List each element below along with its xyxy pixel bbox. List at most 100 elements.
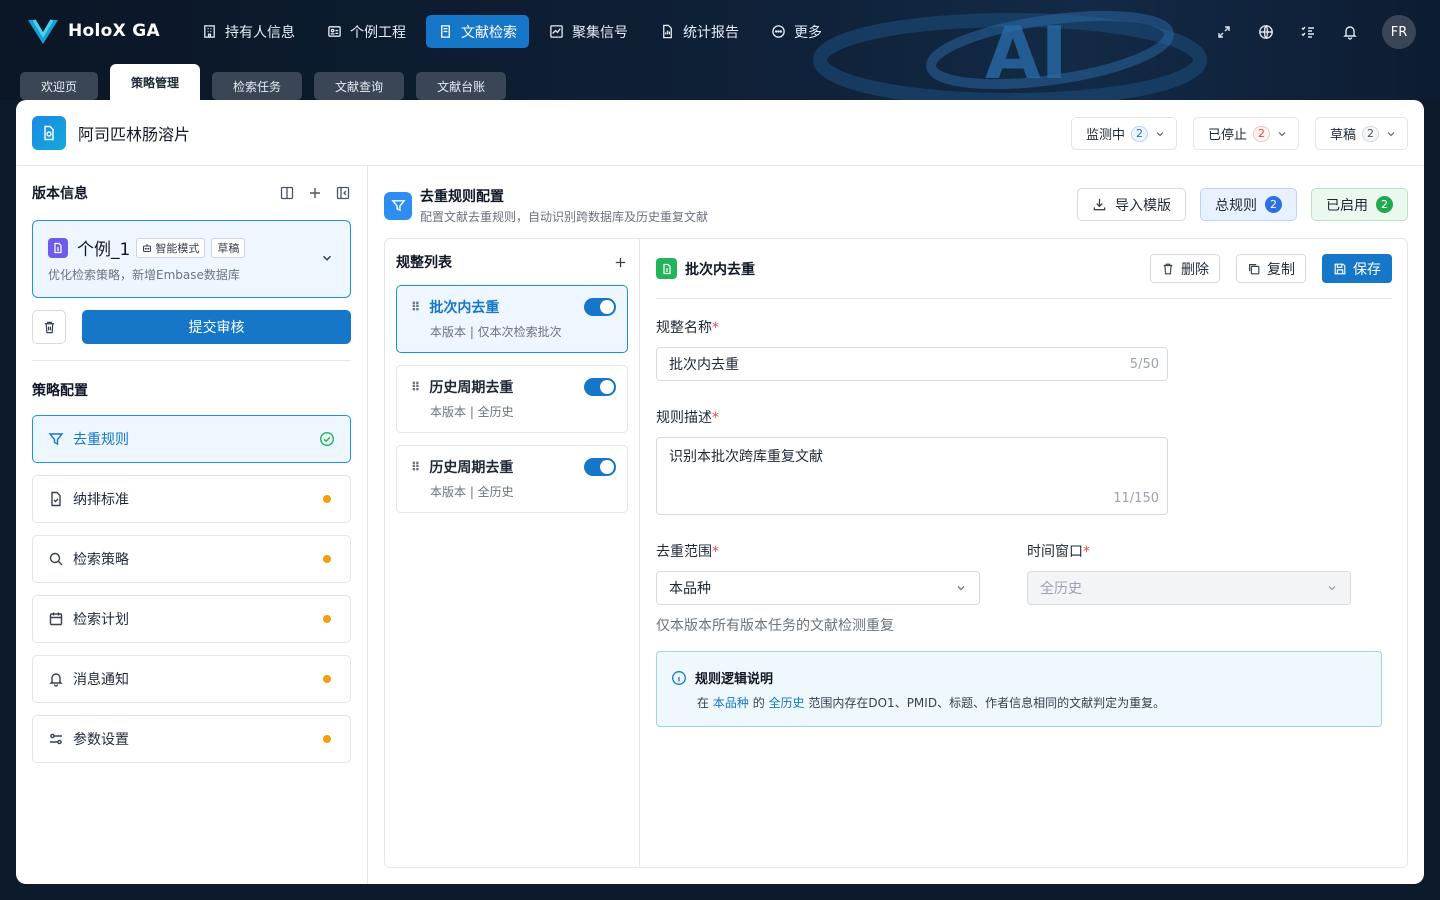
nav-more[interactable]: 更多 [759, 15, 834, 48]
filter-monitoring[interactable]: 监测中 2 [1070, 117, 1177, 150]
calendar-icon [49, 612, 63, 626]
tab-search-task[interactable]: 检索任务 [212, 72, 303, 100]
chevron-down-icon [1156, 131, 1164, 136]
pending-dot [323, 495, 331, 503]
char-counter: 5/50 [1129, 356, 1159, 372]
chevron-down-icon [1278, 131, 1286, 136]
bell-icon[interactable] [1340, 22, 1360, 42]
version-name: 个例_1 [77, 240, 131, 260]
version-card[interactable]: 个例_1 智能模式 草稿 优化检索策略，新增Embase数据库 [32, 220, 351, 298]
app-name: HoloX GA [68, 21, 160, 41]
tab-literature-query[interactable]: 文献查询 [314, 72, 405, 100]
info-description: 在 本品种 的 全历史 范围内存在DO1、PMID、标题、作者信息相同的文献判定… [697, 694, 1367, 711]
check-circle-icon [319, 431, 335, 447]
nav-cluster-signal[interactable]: 聚集信号 [537, 15, 640, 48]
enabled-count: 2 [1376, 196, 1393, 213]
rules-box: 规整列表 ⠿ 批次内去重 本版本 | 仅本次检索批次 ⠿ 历史周期去重 本版本 | … [384, 238, 1408, 868]
fullscreen-icon[interactable] [1214, 22, 1234, 42]
save-button[interactable]: 保存 [1322, 254, 1392, 283]
info-text: 的 [752, 696, 765, 710]
submit-review-button[interactable]: 提交审核 [82, 310, 351, 344]
rule-item[interactable]: ⠿ 历史周期去重 本版本 | 全历史 [396, 365, 628, 433]
nav-holder-info[interactable]: 持有人信息 [190, 15, 307, 48]
compare-icon[interactable] [279, 185, 295, 201]
app-logo[interactable]: HoloX GA [26, 16, 160, 46]
id-card-icon [328, 26, 341, 37]
scope-select[interactable]: 本品种 [656, 571, 980, 605]
task-list-icon[interactable] [1298, 22, 1318, 42]
filter-count: 2 [1130, 125, 1148, 142]
config-item-dedup-rules[interactable]: 去重规则 [32, 415, 351, 463]
top-bar: AI HoloX GA 持有人信息 个例工程 文献检索 聚集信号 统计报告 更多… [0, 0, 1440, 100]
rule-list-title: 规整列表 [396, 255, 452, 271]
tab-strategy-management[interactable]: 策略管理 [110, 64, 201, 100]
copy-button[interactable]: 复制 [1236, 254, 1306, 283]
page-title: 阿司匹林肠溶片 [78, 124, 191, 144]
config-item-label: 检索策略 [73, 552, 129, 568]
filter-stopped[interactable]: 已停止 2 [1192, 117, 1299, 150]
rule-enabled-toggle[interactable] [584, 298, 616, 316]
svg-text:AI: AI [985, 11, 1068, 95]
filter-icon [48, 433, 64, 446]
rule-enabled-toggle[interactable] [584, 458, 616, 476]
plus-icon[interactable] [307, 185, 323, 201]
rule-name-input[interactable]: 批次内去重 5/50 [656, 347, 1168, 381]
drag-handle-icon[interactable]: ⠿ [411, 380, 420, 394]
chevron-down-icon [1328, 586, 1336, 591]
config-item-parameters[interactable]: 参数设置 [32, 715, 351, 763]
rule-item[interactable]: ⠿ 批次内去重 本版本 | 仅本次检索批次 [396, 285, 628, 353]
strategy-section-header: 策略配置 [32, 379, 351, 401]
download-icon [1093, 198, 1106, 211]
collapse-panel-icon[interactable] [335, 185, 351, 201]
config-item-inclusion-criteria[interactable]: 纳排标准 [32, 475, 351, 523]
document-icon [51, 491, 61, 507]
trash-icon [44, 321, 54, 333]
config-item-label: 去重规则 [73, 432, 129, 448]
time-window-select[interactable]: 全历史 [1027, 571, 1351, 605]
save-icon [1334, 263, 1346, 274]
delete-version-button[interactable] [32, 310, 66, 344]
tab-welcome[interactable]: 欢迎页 [20, 72, 99, 100]
config-item-notifications[interactable]: 消息通知 [32, 655, 351, 703]
rule-desc-textarea[interactable]: 识别本批次跨库重复文献 11/150 [656, 437, 1168, 515]
drag-handle-icon[interactable]: ⠿ [411, 460, 420, 474]
ai-banner-graphic: AI [813, 10, 1207, 100]
filter-draft[interactable]: 草稿 2 [1314, 117, 1408, 150]
info-title: 规则逻辑说明 [695, 672, 774, 687]
globe-icon[interactable] [1256, 22, 1276, 42]
rule-item[interactable]: ⠿ 历史周期去重 本版本 | 全历史 [396, 445, 628, 513]
nav-statistics-report[interactable]: 统计报告 [648, 15, 751, 48]
button-label: 导入模版 [1115, 197, 1171, 214]
delete-button[interactable]: 删除 [1150, 254, 1220, 283]
filter-count: 2 [1252, 125, 1270, 142]
add-rule-icon[interactable] [613, 255, 628, 270]
trash-icon [1163, 263, 1173, 274]
enabled-rules-badge[interactable]: 已启用 2 [1311, 188, 1408, 221]
filter-label: 已停止 [1207, 128, 1247, 143]
status-filters: 监测中 2 已停止 2 草稿 2 [1070, 117, 1408, 150]
rule-meta: 本版本 | 仅本次检索批次 [430, 325, 562, 339]
search-icon [49, 552, 63, 566]
chevron-down-icon[interactable] [320, 251, 334, 265]
import-template-button[interactable]: 导入模版 [1077, 188, 1186, 221]
building-icon [204, 25, 215, 38]
version-description: 优化检索策略，新增Embase数据库 [48, 268, 240, 282]
button-label: 复制 [1267, 261, 1295, 278]
total-rules-badge[interactable]: 总规则 2 [1200, 188, 1297, 221]
char-counter: 11/150 [1113, 491, 1159, 506]
user-avatar[interactable]: FR [1382, 15, 1416, 49]
copy-icon [1249, 263, 1260, 274]
label-text: 规则描述 [656, 410, 712, 426]
drag-handle-icon[interactable]: ⠿ [411, 300, 420, 314]
more-icon [772, 25, 785, 38]
config-item-search-plan[interactable]: 检索计划 [32, 595, 351, 643]
select-value: 全历史 [1040, 581, 1082, 597]
config-item-label: 检索计划 [73, 612, 129, 628]
button-label: 保存 [1353, 261, 1381, 278]
nav-literature-search[interactable]: 文献检索 [426, 15, 529, 48]
tab-literature-ledger[interactable]: 文献台账 [416, 72, 507, 100]
config-item-search-strategy[interactable]: 检索策略 [32, 535, 351, 583]
rule-enabled-toggle[interactable] [584, 378, 616, 396]
rule-logic-info: 规则逻辑说明 在 本品种 的 全历史 范围内存在DO1、PMID、标题、作者信息… [656, 651, 1382, 727]
nav-case-project[interactable]: 个例工程 [315, 15, 418, 48]
